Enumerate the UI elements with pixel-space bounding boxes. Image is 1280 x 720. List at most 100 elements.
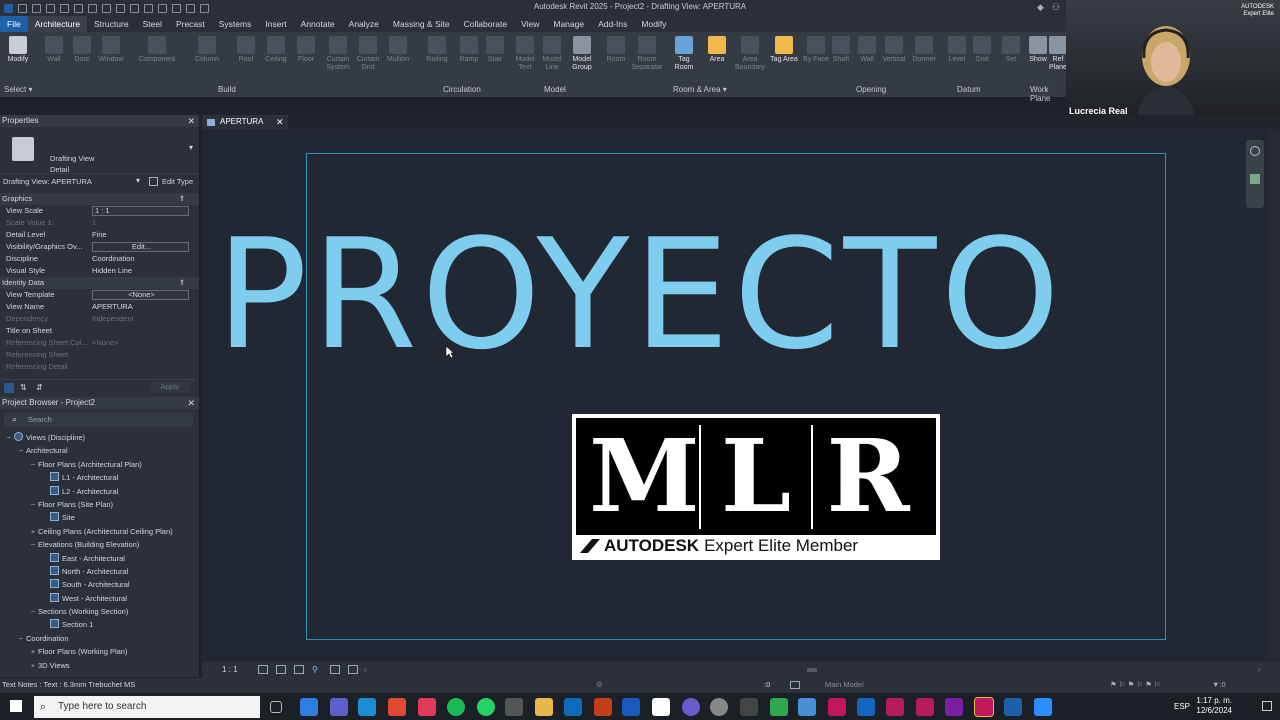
save-icon[interactable] — [32, 3, 41, 13]
expand-icon[interactable]: + — [28, 525, 38, 538]
area-button[interactable]: Area — [703, 36, 731, 64]
curtain-grid-button[interactable]: Curtain Grid — [354, 36, 382, 72]
app-icon[interactable] — [828, 698, 846, 716]
switch-windows-icon[interactable] — [200, 3, 209, 13]
browser-tree-item[interactable]: West - Architectural — [0, 592, 199, 605]
notification-icon[interactable] — [1262, 701, 1272, 711]
collapse-icon[interactable]: − — [16, 632, 26, 645]
reveal-hidden-icon[interactable] — [330, 665, 340, 674]
tab-modify[interactable]: Modify — [634, 16, 673, 32]
wall-opening-button[interactable]: Wall — [853, 36, 881, 64]
onenote-icon[interactable] — [945, 698, 963, 716]
measure-icon[interactable] — [102, 3, 111, 13]
browser-tree-item[interactable]: + Floor Plans (Working Plan) — [0, 645, 199, 658]
collapse-icon[interactable]: − — [16, 444, 26, 457]
browser-tree-item[interactable]: − Sections (Working Section) — [0, 605, 199, 618]
mullion-button[interactable]: Mullion — [384, 36, 412, 64]
railing-button[interactable]: Railing — [423, 36, 451, 64]
app-icon[interactable] — [682, 698, 700, 716]
browser-tree-item[interactable]: +3D Views — [0, 659, 199, 672]
visual-style-icon[interactable] — [276, 665, 286, 674]
sort-asc-icon[interactable]: ⇅ — [20, 383, 27, 392]
tab-analyze[interactable]: Analyze — [342, 16, 386, 32]
instance-selector-value[interactable]: Drafting View: APERTURA — [3, 177, 92, 186]
by-face-button[interactable]: By Face — [802, 36, 830, 64]
wall-button[interactable]: Wall — [40, 36, 68, 64]
undo-icon[interactable] — [60, 3, 69, 13]
ceiling-button[interactable]: Ceiling — [262, 36, 290, 64]
component-button[interactable]: Component — [137, 36, 177, 64]
collapse-icon[interactable]: − — [4, 431, 14, 444]
temporary-hide-icon[interactable]: ⚲ — [312, 665, 318, 674]
powerpoint-icon[interactable] — [594, 698, 612, 716]
tab-annotate[interactable]: Annotate — [294, 16, 342, 32]
outlook-icon[interactable] — [564, 698, 582, 716]
redo-icon[interactable] — [74, 3, 83, 13]
system-clock[interactable]: 1:17 p. m. 12/6/2024 — [1196, 696, 1232, 716]
browser-tree-item[interactable]: − Architectural — [0, 444, 199, 457]
tab-add-ins[interactable]: Add-Ins — [591, 16, 634, 32]
ramp-button[interactable]: Ramp — [455, 36, 483, 64]
apply-button[interactable]: Apply — [150, 382, 190, 393]
text-icon[interactable] — [130, 3, 139, 13]
workset-icon[interactable]: ⚙ — [596, 678, 603, 692]
tab-steel[interactable]: Steel — [136, 16, 169, 32]
app-icon[interactable] — [974, 697, 994, 717]
browser-tree-item[interactable]: − Elevations (Building Elevation) — [0, 538, 199, 551]
tab-structure[interactable]: Structure — [87, 16, 136, 32]
tab-file[interactable]: File — [0, 16, 28, 32]
browser-tree-item[interactable]: South - Architectural — [0, 578, 199, 591]
level-button[interactable]: Level — [943, 36, 971, 64]
word-icon[interactable] — [622, 698, 640, 716]
taskbar-search[interactable]: ⌕ Type here to search — [34, 696, 260, 718]
mlr-logo-image[interactable]: M L R AUTODESK Expert Elite Member — [572, 414, 940, 560]
zoom-app-icon[interactable] — [1034, 698, 1052, 716]
view-scale-control[interactable]: 1 : 1 — [222, 665, 238, 674]
browser-tree-item[interactable]: − Floor Plans (Architectural Plan) — [0, 458, 199, 471]
main-model-selector[interactable]: Main Model — [825, 678, 864, 692]
floor-button[interactable]: Floor — [292, 36, 320, 64]
app-icon[interactable] — [710, 698, 728, 716]
chrome-profile-icon[interactable] — [388, 698, 406, 716]
model-line-button[interactable]: Model Line — [538, 36, 566, 72]
browser-tree-item[interactable]: East - Architectural — [0, 552, 199, 565]
language-indicator[interactable]: ESP — [1174, 702, 1190, 711]
chevron-down-icon[interactable]: ▾ — [136, 176, 140, 185]
room-button[interactable]: Room — [602, 36, 630, 64]
design-options-icon[interactable] — [790, 681, 800, 689]
tab-insert[interactable]: Insert — [258, 16, 293, 32]
navigation-bar[interactable] — [1246, 140, 1264, 208]
sync-icon[interactable] — [46, 3, 55, 13]
camtasia-icon[interactable] — [770, 698, 788, 716]
stair-button[interactable]: Stair — [481, 36, 509, 64]
app-icon[interactable] — [798, 698, 816, 716]
project-title-text[interactable]: PROYECTO — [0, 210, 1280, 380]
panel-room-area[interactable]: Room & Area ▾ — [673, 85, 727, 94]
tag-area-button[interactable]: Tag Area — [770, 36, 798, 64]
navisworks-icon[interactable] — [857, 698, 875, 716]
help-icon[interactable]: ◆ — [1037, 2, 1044, 13]
model-text-button[interactable]: Model Text — [511, 36, 539, 72]
windows-start-icon[interactable] — [10, 700, 22, 712]
browser-tree-item[interactable]: L1 - Architectural — [0, 471, 199, 484]
app-icon[interactable] — [916, 698, 934, 716]
thin-lines-icon[interactable] — [172, 3, 181, 13]
section-graphics[interactable]: Graphics ⇑ — [0, 193, 199, 205]
spotify-icon[interactable] — [447, 698, 465, 716]
curtain-system-button[interactable]: Curtain System — [324, 36, 352, 72]
area-boundary-button[interactable]: Area Boundary — [732, 36, 768, 72]
browser-tree-item[interactable]: − Coordination — [0, 632, 199, 645]
3d-view-icon[interactable] — [144, 3, 153, 13]
shaft-button[interactable]: Shaft — [827, 36, 855, 64]
view-tab-apertura[interactable]: APERTURA ✕ — [202, 115, 288, 129]
browser-tree-item[interactable]: L2 - Architectural — [0, 485, 199, 498]
file-explorer-icon[interactable] — [535, 698, 553, 716]
filter-icon[interactable]: ▼:0 — [1212, 678, 1226, 692]
teams-icon[interactable] — [330, 698, 348, 716]
close-icon[interactable]: ✕ — [187, 397, 195, 409]
sort-desc-icon[interactable]: ⇵ — [36, 383, 43, 392]
browser-search-field[interactable]: ⌕ Search — [4, 413, 193, 427]
close-icon[interactable]: ✕ — [276, 115, 284, 129]
user-icon[interactable]: ⚇ — [1052, 2, 1060, 13]
open-icon[interactable] — [18, 3, 27, 13]
